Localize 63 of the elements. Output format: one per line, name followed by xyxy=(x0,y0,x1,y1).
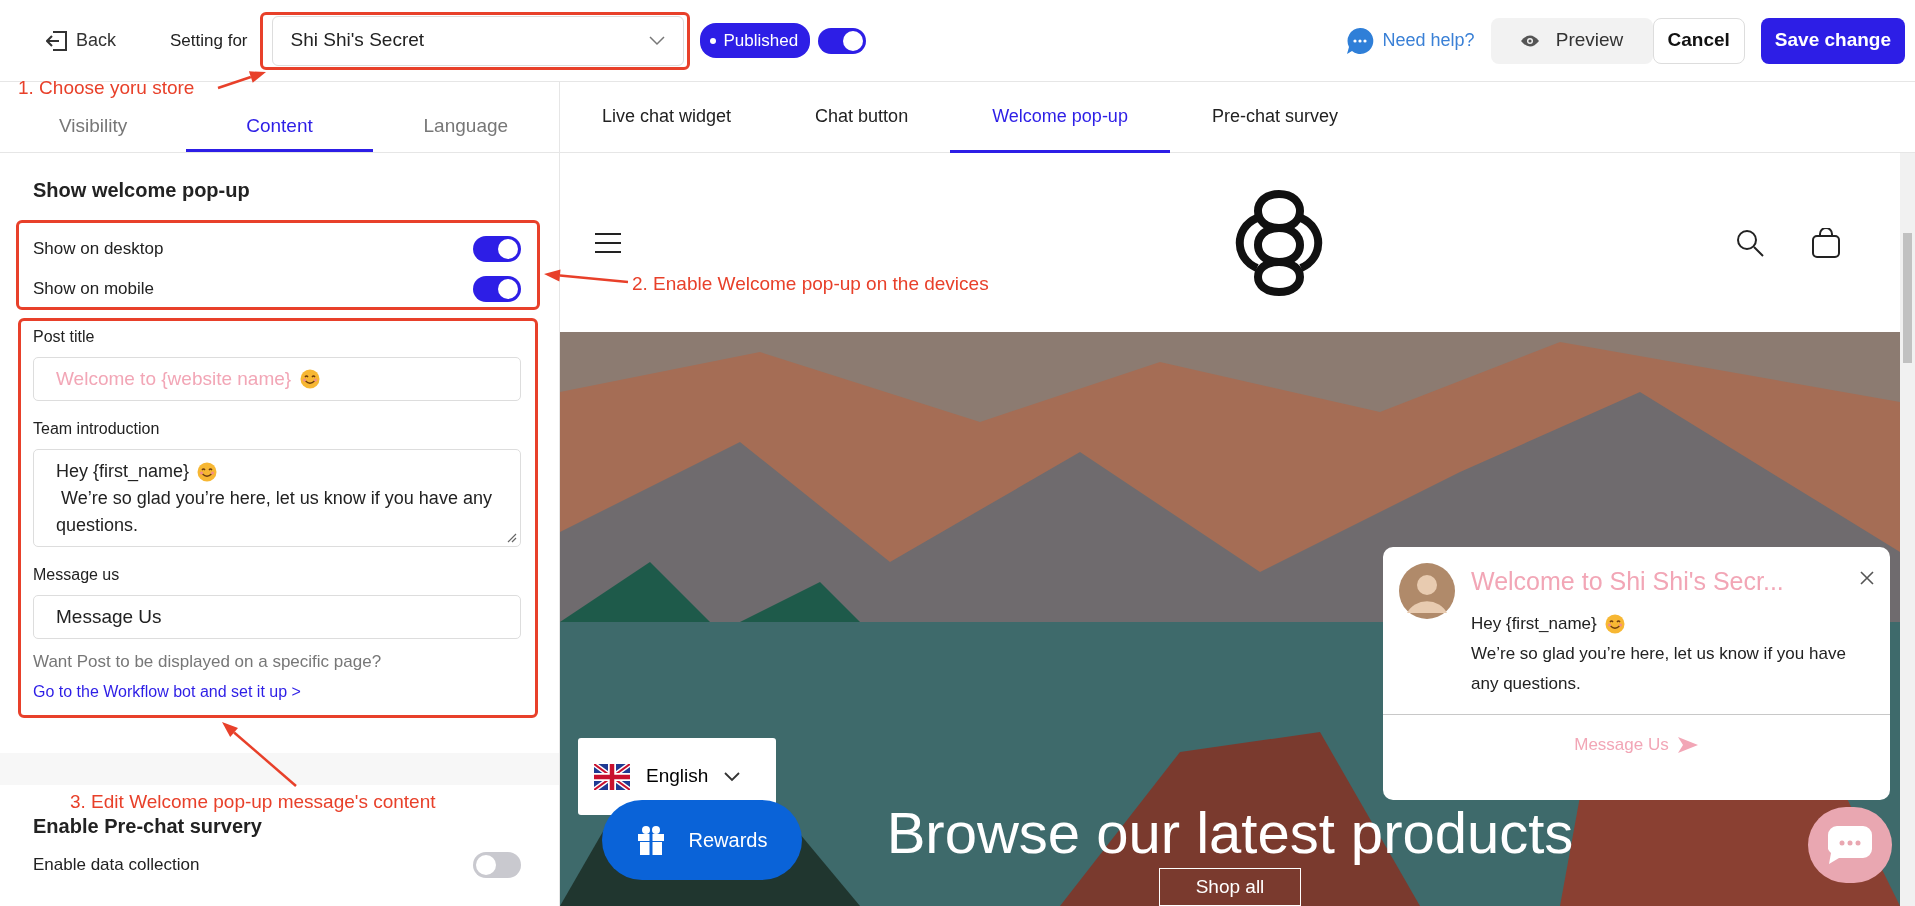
dot-icon xyxy=(709,37,716,44)
send-icon xyxy=(1676,735,1699,754)
help-link[interactable]: Need help? xyxy=(1346,26,1475,55)
annotation-arrow xyxy=(217,71,266,90)
chevron-down-icon xyxy=(648,35,665,46)
back-icon xyxy=(46,30,68,51)
field-label: Message us xyxy=(33,565,121,585)
annotation-text: 1. Choose yoru store xyxy=(18,76,195,100)
cancel-button[interactable]: Cancel xyxy=(1652,17,1745,64)
search-icon[interactable] xyxy=(1736,228,1764,257)
smiley-icon xyxy=(300,369,320,389)
eye-icon xyxy=(1519,33,1540,48)
bag-icon[interactable] xyxy=(1812,227,1840,258)
preview-tab[interactable]: Live chat widget xyxy=(560,82,774,153)
field-label: Team introduction xyxy=(33,419,161,439)
store-select[interactable]: Shi Shi's Secret xyxy=(271,15,684,66)
toggle-switch[interactable] xyxy=(473,852,521,878)
settings-tab[interactable]: Language xyxy=(372,104,559,152)
resize-handle-icon xyxy=(507,533,517,543)
annotation-text: 3. Edit Welcome pop-up message's content xyxy=(70,790,436,814)
preview-tab[interactable]: Pre-chat survey xyxy=(1169,82,1380,153)
avatar-placeholder xyxy=(1399,563,1455,619)
rewards-button[interactable]: Rewards xyxy=(602,800,802,880)
publish-toggle[interactable] xyxy=(818,27,867,54)
toggle-label: Show on desktop xyxy=(33,238,164,261)
team-introduction-field[interactable]: Hey {first_name} We’re so glad you’re here, let us know if you have any questions. xyxy=(33,449,521,547)
field-label: Post title xyxy=(33,327,96,347)
shop-all-button[interactable]: Shop all xyxy=(1158,867,1302,906)
chat-bubble-icon xyxy=(1827,825,1873,865)
toggle-switch[interactable] xyxy=(473,236,521,262)
hero-title: Browse our latest products xyxy=(886,802,1574,864)
workflow-link[interactable]: Go to the Workflow bot and set it up > xyxy=(33,683,301,700)
preview-button[interactable]: Preview xyxy=(1490,17,1653,64)
annotation-text: 2. Enable Welcome pop-up on the devices xyxy=(632,272,989,296)
smiley-icon xyxy=(1604,613,1625,634)
setting-label: Setting for xyxy=(170,29,248,52)
popup-title: Welcome to Shi Shi's Secr... xyxy=(1471,566,1784,597)
toggle-switch[interactable] xyxy=(473,276,521,302)
toggle-label: Show on mobile xyxy=(33,278,154,301)
flag-icon xyxy=(594,763,630,790)
chevron-down-icon xyxy=(724,771,741,782)
toggle-label: Enable data collection xyxy=(33,854,200,877)
smiley-icon xyxy=(197,461,218,482)
gift-icon xyxy=(636,825,665,855)
popup-message: We’re so glad you’re here, let us know if you have any questions. xyxy=(1471,642,1847,695)
intro-greeting: Hey {first_name} xyxy=(56,460,190,484)
post-title-field[interactable]: Welcome to {website name} xyxy=(33,357,521,401)
menu-icon[interactable] xyxy=(594,231,622,254)
chat-icon xyxy=(1346,26,1375,55)
close-icon[interactable] xyxy=(1860,571,1874,585)
scrollbar[interactable] xyxy=(1900,153,1915,906)
preview-tab[interactable]: Chat button xyxy=(773,82,951,153)
hint-text: Want Post to be displayed on a specific page? xyxy=(33,652,382,671)
settings-tab[interactable]: Content xyxy=(186,104,373,152)
intro-message: We’re so glad you’re here, let us know if you have any questions. xyxy=(56,487,493,537)
back-button[interactable]: Back xyxy=(40,23,123,58)
popup-greeting: Hey {first_name} xyxy=(1471,612,1597,635)
status-badge: Published xyxy=(699,22,811,59)
settings-tab[interactable]: Visibility xyxy=(0,104,187,152)
section-title: Enable Pre-chat survery xyxy=(33,814,263,839)
section-title: Show welcome pop-up xyxy=(33,178,251,203)
save-button[interactable]: Save change xyxy=(1760,17,1905,64)
message-us-field[interactable]: Message Us xyxy=(33,595,521,639)
